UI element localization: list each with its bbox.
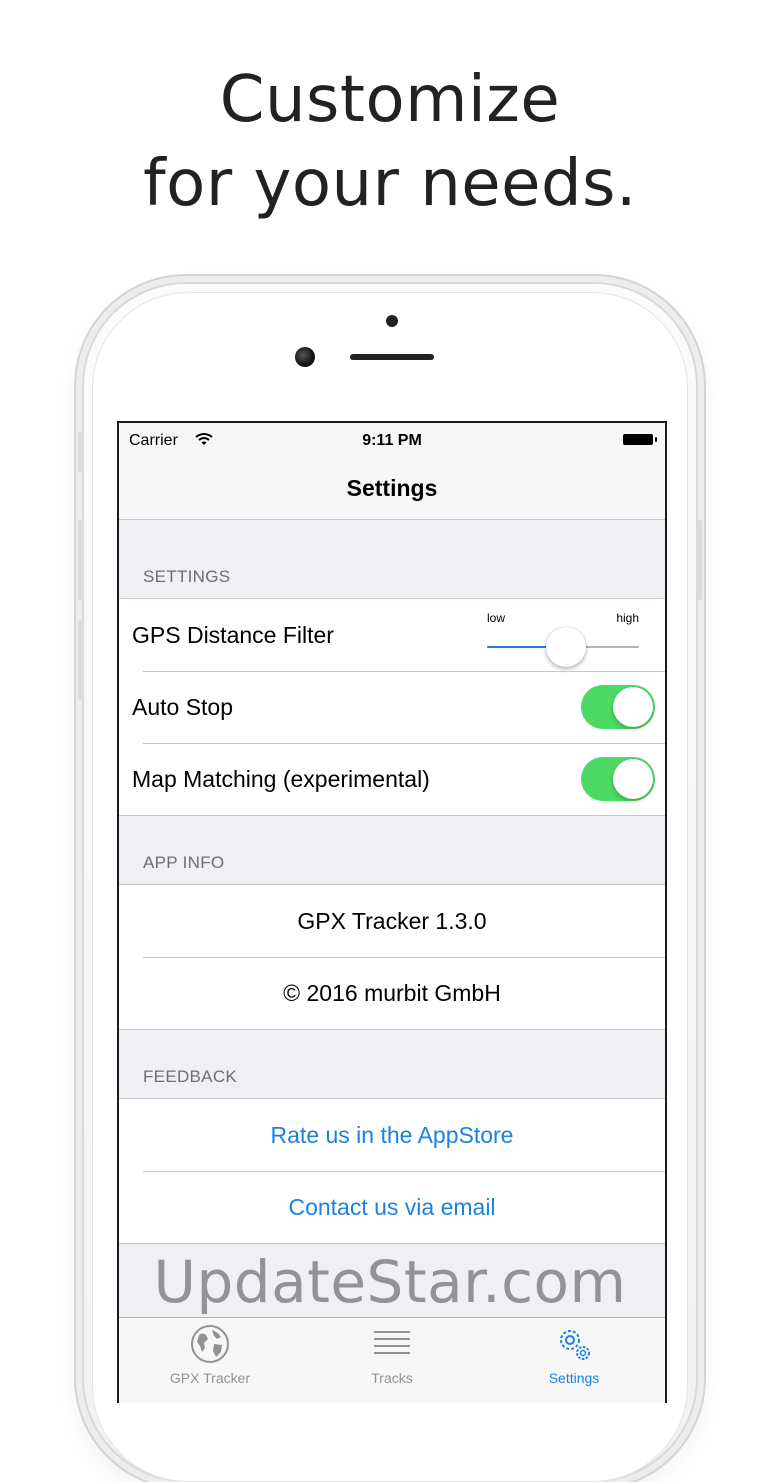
contact-email-row[interactable]: Contact us via email (119, 1171, 665, 1243)
copyright-row: © 2016 murbit GmbH (119, 957, 665, 1029)
tab-label: Settings (548, 1370, 600, 1386)
feedback-group: Rate us in the AppStore Contact us via e… (119, 1098, 665, 1244)
contact-email-link[interactable]: Contact us via email (119, 1171, 665, 1243)
auto-stop-label: Auto Stop (132, 694, 234, 720)
gps-distance-filter-label: GPS Distance Filter (132, 622, 334, 648)
earpiece-speaker (350, 354, 434, 360)
tab-gpx-tracker[interactable]: GPX Tracker (119, 1318, 301, 1403)
promo-headline: Customize for your needs. (0, 58, 780, 226)
front-camera (295, 347, 315, 367)
toggle-knob (613, 687, 653, 727)
phone-silent-switch (78, 432, 84, 472)
map-matching-label: Map Matching (experimental) (132, 766, 430, 792)
rate-appstore-row[interactable]: Rate us in the AppStore (119, 1099, 665, 1171)
settings-group: GPS Distance Filter low high Auto Stop M… (119, 598, 665, 816)
proximity-sensor (386, 315, 398, 327)
gps-distance-filter-row: GPS Distance Filter low high (119, 599, 665, 671)
list-icon (374, 1331, 410, 1354)
battery-icon (623, 434, 657, 445)
section-header-settings: SETTINGS (143, 567, 231, 586)
auto-stop-row: Auto Stop (119, 671, 665, 743)
map-matching-row: Map Matching (experimental) (119, 743, 665, 815)
tab-label: GPX Tracker (169, 1370, 251, 1386)
rate-appstore-link[interactable]: Rate us in the AppStore (119, 1099, 665, 1171)
tab-tracks[interactable]: Tracks (301, 1318, 483, 1403)
tab-bar: GPX Tracker Tracks Settings (119, 1317, 665, 1403)
slider-low-label: low (487, 611, 506, 625)
copyright-text: © 2016 murbit GmbH (283, 980, 501, 1006)
headline-line-2: for your needs. (143, 147, 637, 221)
page-title: Settings (346, 475, 438, 501)
status-time: 9:11 PM (362, 432, 422, 449)
slider-thumb[interactable] (546, 627, 587, 667)
section-header-feedback: FEEDBACK (143, 1067, 238, 1086)
slider-high-label: high (616, 611, 639, 625)
tab-label: Tracks (371, 1370, 413, 1386)
headline-line-1: Customize (219, 63, 561, 137)
watermark-text: UpdateStar.com (153, 1248, 627, 1316)
toggle-knob (613, 759, 653, 799)
gears-icon (560, 1330, 590, 1360)
phone-volume-up (78, 520, 84, 600)
auto-stop-toggle[interactable] (581, 685, 655, 729)
globe-icon (191, 1325, 229, 1363)
navigation-bar: Settings (119, 457, 665, 520)
phone-volume-down (78, 620, 84, 700)
map-matching-toggle[interactable] (581, 757, 655, 801)
section-header-app-info: APP INFO (143, 853, 225, 872)
app-version-text: GPX Tracker 1.3.0 (297, 908, 487, 934)
app-info-group: GPX Tracker 1.3.0 © 2016 murbit GmbH (119, 884, 665, 1030)
tab-settings[interactable]: Settings (483, 1318, 665, 1403)
app-version-row: GPX Tracker 1.3.0 (119, 885, 665, 957)
phone-power-button (696, 520, 702, 600)
gps-distance-slider[interactable]: low high (487, 611, 639, 667)
status-bar: Carrier 9:11 PM (119, 423, 665, 457)
